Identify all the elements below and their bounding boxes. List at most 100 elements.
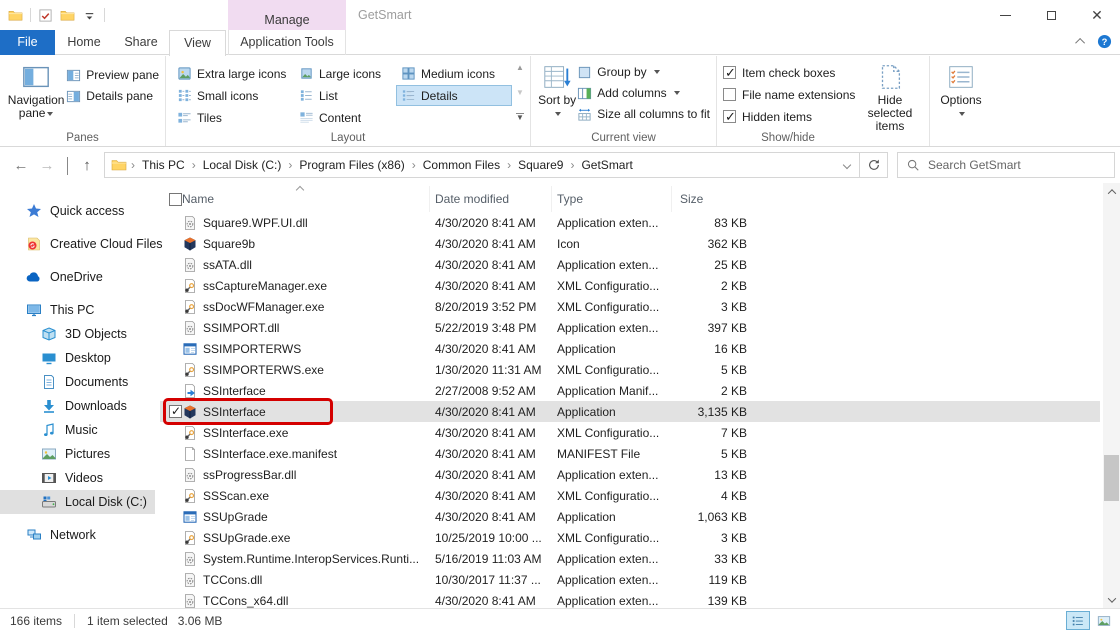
file-row-ssinterface[interactable]: SSInterface2/27/2008 9:52 AMApplication …: [160, 380, 1100, 401]
sidebar-item-desktop[interactable]: Desktop: [0, 346, 155, 370]
options-button[interactable]: Options: [936, 60, 986, 120]
add-columns-button[interactable]: Add columns: [577, 84, 710, 102]
sidebar-item-videos[interactable]: Videos: [0, 466, 155, 490]
sidebar-item-this-pc[interactable]: This PC: [0, 298, 155, 322]
qat-properties-icon[interactable]: [38, 8, 53, 23]
tab-file[interactable]: File: [0, 30, 55, 55]
file-row-ssinterface-exe[interactable]: SSInterface.exe4/30/2020 8:41 AMXML Conf…: [160, 422, 1100, 443]
layout-item-extra-large-icons[interactable]: Extra large icons: [172, 63, 290, 84]
column-header-type[interactable]: Type: [552, 186, 672, 212]
tab-view[interactable]: View: [169, 30, 226, 56]
item-check-boxes-checkbox[interactable]: [723, 66, 736, 79]
layout-more-icon[interactable]: ▼: [516, 113, 524, 122]
file-name-extensions-checkbox[interactable]: [723, 88, 736, 101]
sidebar-item-pictures[interactable]: Pictures: [0, 442, 155, 466]
scroll-down-button[interactable]: [1103, 591, 1120, 608]
thumbnails-view-button[interactable]: [1092, 611, 1116, 630]
file-row-tccons-dll[interactable]: TCCons.dll10/30/2017 11:37 ...Applicatio…: [160, 569, 1100, 590]
group-by-button[interactable]: Group by: [577, 63, 710, 81]
address-dropdown[interactable]: [835, 162, 859, 168]
layout-item-small-icons[interactable]: Small icons: [172, 85, 290, 106]
close-button[interactable]: ✕: [1074, 0, 1120, 30]
sidebar-item-creative-cloud-files[interactable]: Creative Cloud Files: [0, 232, 155, 256]
navigation-pane-button[interactable]: Navigation pane: [6, 60, 66, 120]
chevron-down-icon: [1107, 594, 1115, 602]
file-row-ssupgrade-exe[interactable]: SSUpGrade.exe10/25/2019 10:00 ...XML Con…: [160, 527, 1100, 548]
hidden-items-checkbox[interactable]: [723, 110, 736, 123]
breadcrumb-item-square9[interactable]: Square9: [511, 153, 570, 177]
file-name: TCCons.dll: [203, 573, 262, 587]
breadcrumb-item-getsmart[interactable]: GetSmart: [574, 153, 639, 177]
tab-share[interactable]: Share: [113, 30, 169, 55]
qat-folder-icon[interactable]: [8, 8, 23, 23]
tab-home[interactable]: Home: [55, 30, 113, 55]
qat-customize-icon[interactable]: [82, 8, 97, 23]
file-row-system-runtime-interopservices-runti[interactable]: System.Runtime.InteropServices.Runti...5…: [160, 548, 1100, 569]
scroll-up-button[interactable]: [1103, 183, 1120, 200]
column-header-size[interactable]: Size: [672, 186, 750, 212]
details-view-button[interactable]: [1066, 611, 1090, 630]
breadcrumb-item-common-files[interactable]: Common Files: [416, 153, 507, 177]
qat-newfolder-icon[interactable]: [60, 8, 75, 23]
sort-by-button[interactable]: Sort by: [537, 60, 577, 120]
search-input[interactable]: [928, 154, 1114, 176]
file-row-ssimporterws-exe[interactable]: SSIMPORTERWS.exe1/30/2020 11:31 AMXML Co…: [160, 359, 1100, 380]
file-row-sscapturemanager-exe[interactable]: ssCaptureManager.exe4/30/2020 8:41 AMXML…: [160, 275, 1100, 296]
preview-pane-button[interactable]: Preview pane: [66, 66, 159, 84]
details-pane-button[interactable]: Details pane: [66, 87, 159, 105]
file-row-ssinterface[interactable]: SSInterface4/30/2020 8:41 AMApplication3…: [160, 401, 1100, 422]
item-check-boxes-checkbox-row[interactable]: Item check boxes: [723, 63, 857, 82]
address-bar[interactable]: › This PC›Local Disk (C:)›Program Files …: [104, 152, 860, 178]
hide-selected-items-button[interactable]: Hide selected items: [857, 60, 923, 133]
size-all-columns-to-fit-button[interactable]: Size all columns to fit: [577, 105, 710, 123]
tab-application-tools[interactable]: Application Tools: [228, 30, 346, 55]
layout-item-tiles[interactable]: Tiles: [172, 107, 290, 128]
layout-scroll-down-icon[interactable]: ▼: [516, 89, 524, 97]
file-row-ssupgrade[interactable]: SSUpGrade4/30/2020 8:41 AMApplication1,0…: [160, 506, 1100, 527]
file-row-ssimport-dll[interactable]: SSIMPORT.dll5/22/2019 3:48 PMApplication…: [160, 317, 1100, 338]
file-row-ssscan-exe[interactable]: SSScan.exe4/30/2020 8:41 AMXML Configura…: [160, 485, 1100, 506]
vertical-scrollbar[interactable]: [1103, 183, 1120, 608]
sidebar-item-local-disk-c[interactable]: Local Disk (C:): [0, 490, 155, 514]
file-row-square9-wpf-ui-dll[interactable]: Square9.WPF.UI.dll4/30/2020 8:41 AMAppli…: [160, 212, 1100, 233]
up-button[interactable]: ↑: [74, 157, 100, 174]
scrollbar-thumb[interactable]: [1104, 455, 1119, 501]
contextual-tab-group-manage[interactable]: Manage: [228, 0, 346, 30]
hidden-items-checkbox-row[interactable]: Hidden items: [723, 107, 857, 126]
breadcrumb-item-local-disk-c[interactable]: Local Disk (C:): [196, 153, 289, 177]
file-row-ssimporterws[interactable]: SSIMPORTERWS4/30/2020 8:41 AMApplication…: [160, 338, 1100, 359]
layout-item-medium-icons[interactable]: Medium icons: [396, 63, 512, 84]
file-row-square9b[interactable]: Square9b4/30/2020 8:41 AMIcon362 KB: [160, 233, 1100, 254]
row-checkbox[interactable]: [169, 405, 182, 418]
sidebar-item-network[interactable]: Network: [0, 523, 155, 547]
layout-item-details[interactable]: Details: [396, 85, 512, 106]
collapse-ribbon-icon[interactable]: [1075, 38, 1085, 48]
select-all-checkbox[interactable]: [169, 193, 182, 206]
back-button[interactable]: ←: [8, 157, 34, 174]
file-row-ssinterface-exe-manifest[interactable]: SSInterface.exe.manifest4/30/2020 8:41 A…: [160, 443, 1100, 464]
minimize-button[interactable]: [982, 0, 1028, 30]
file-row-ssata-dll[interactable]: ssATA.dll4/30/2020 8:41 AMApplication ex…: [160, 254, 1100, 275]
sidebar-item-downloads[interactable]: Downloads: [0, 394, 155, 418]
file-row-ssdocwfmanager-exe[interactable]: ssDocWFManager.exe8/20/2019 3:52 PMXML C…: [160, 296, 1100, 317]
breadcrumb-item-this-pc[interactable]: This PC: [135, 153, 192, 177]
breadcrumb-item-program-files-x86[interactable]: Program Files (x86): [292, 153, 411, 177]
sidebar-item-quick-access[interactable]: Quick access: [0, 199, 155, 223]
sidebar-item-documents[interactable]: Documents: [0, 370, 155, 394]
layout-scroll-up-icon[interactable]: ▲: [516, 64, 524, 72]
recent-locations-dropdown[interactable]: [60, 157, 74, 174]
layout-item-content[interactable]: Content: [294, 107, 392, 128]
refresh-button[interactable]: [860, 152, 888, 178]
layout-item-list[interactable]: List: [294, 85, 392, 106]
help-icon[interactable]: ?: [1097, 34, 1112, 49]
column-header-date-modified[interactable]: Date modified: [430, 186, 552, 212]
file-name-extensions-checkbox-row[interactable]: File name extensions: [723, 85, 857, 104]
forward-button[interactable]: →: [34, 157, 60, 174]
file-row-ssprogressbar-dll[interactable]: ssProgressBar.dll4/30/2020 8:41 AMApplic…: [160, 464, 1100, 485]
sidebar-item-onedrive[interactable]: OneDrive: [0, 265, 155, 289]
layout-item-large-icons[interactable]: Large icons: [294, 63, 392, 84]
sidebar-item-3d-objects[interactable]: 3D Objects: [0, 322, 155, 346]
column-header-name[interactable]: Name: [160, 186, 430, 212]
sidebar-item-music[interactable]: Music: [0, 418, 155, 442]
maximize-button[interactable]: [1028, 0, 1074, 30]
